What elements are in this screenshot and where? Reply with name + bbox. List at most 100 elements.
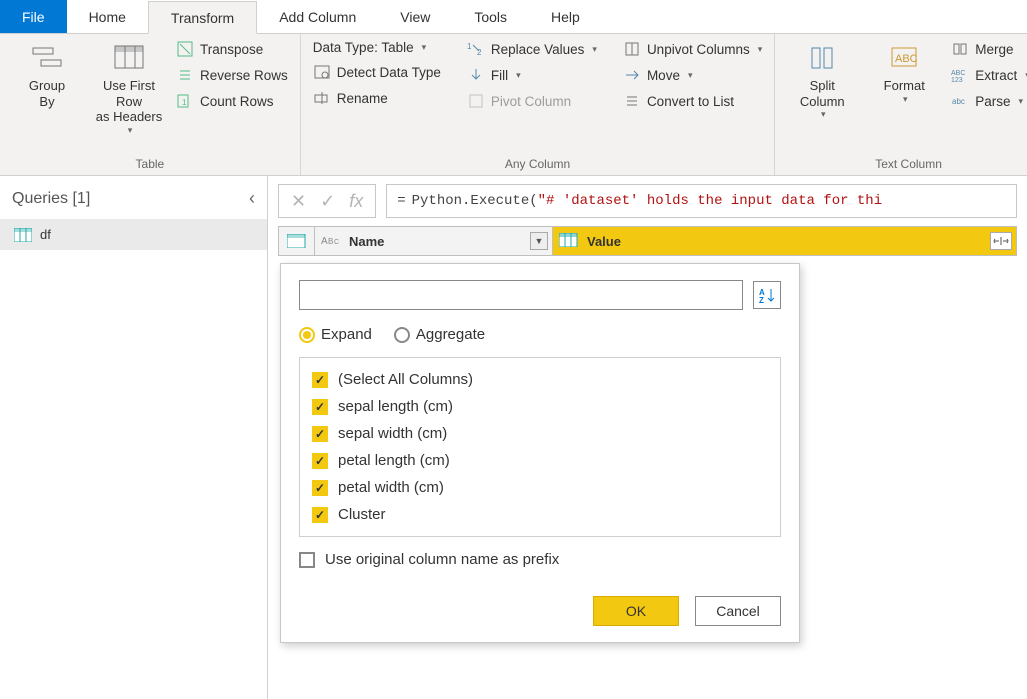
- svg-text:ABC: ABC: [895, 53, 918, 65]
- convert-to-list-label: Convert to List: [647, 94, 734, 109]
- svg-text:123: 123: [951, 77, 963, 82]
- svg-text:abc: abc: [952, 97, 965, 106]
- split-column-label: Split Column: [800, 78, 845, 109]
- ribbon-group-text-column-label: Text Column: [783, 153, 1027, 175]
- pivot-column-button[interactable]: Pivot Column: [463, 90, 601, 112]
- split-column-icon: [806, 42, 838, 74]
- format-button[interactable]: ABC Format: [865, 38, 943, 108]
- accept-formula-icon[interactable]: ✓: [320, 191, 335, 212]
- col-label: sepal width (cm): [338, 425, 447, 442]
- extract-button[interactable]: ABC123 Extract: [947, 64, 1027, 86]
- col-label: sepal length (cm): [338, 398, 453, 415]
- fx-icon[interactable]: fx: [349, 191, 363, 212]
- formula-arg: "# 'dataset' holds the input data for th…: [538, 193, 882, 209]
- convert-to-list-button[interactable]: Convert to List: [619, 90, 766, 112]
- parse-button[interactable]: abc Parse: [947, 90, 1027, 112]
- replace-values-button[interactable]: 12 Replace Values: [463, 38, 601, 60]
- data-type-button[interactable]: Data Type: Table: [309, 38, 445, 57]
- merge-columns-label: Merge: [975, 42, 1013, 57]
- checkbox-checked-icon: ✓: [312, 399, 328, 415]
- tab-add-column[interactable]: Add Column: [257, 0, 378, 33]
- select-all-columns-row[interactable]: ✓ (Select All Columns): [310, 366, 770, 393]
- format-icon: ABC: [888, 42, 920, 74]
- checkbox-checked-icon: ✓: [312, 372, 328, 388]
- column-value-label: Value: [587, 234, 621, 249]
- rename-button[interactable]: Rename: [309, 87, 445, 109]
- ribbon-group-text-column: Split Column ABC Format Merge ABC123 Ext…: [775, 34, 1027, 175]
- ok-button[interactable]: OK: [593, 596, 679, 626]
- detect-data-type-button[interactable]: Detect Data Type: [309, 61, 445, 83]
- tab-view[interactable]: View: [378, 0, 452, 33]
- formula-bar: ✕ ✓ fx = Python.Execute("# 'dataset' hol…: [268, 176, 1027, 226]
- aggregate-radio[interactable]: Aggregate: [394, 326, 485, 343]
- tab-file[interactable]: File: [0, 0, 67, 33]
- svg-text:1: 1: [467, 42, 472, 51]
- count-rows-button[interactable]: 1 Count Rows: [172, 90, 292, 112]
- column-row[interactable]: ✓ sepal length (cm): [310, 393, 770, 420]
- group-by-label: Group By: [29, 78, 65, 109]
- split-column-button[interactable]: Split Column: [783, 38, 861, 124]
- reverse-rows-icon: [176, 66, 194, 84]
- svg-text:2: 2: [477, 48, 482, 57]
- column-row[interactable]: ✓ Cluster: [310, 501, 770, 528]
- use-prefix-checkbox[interactable]: Use original column name as prefix: [299, 551, 781, 568]
- unpivot-columns-button[interactable]: Unpivot Columns: [619, 38, 766, 60]
- expand-radio[interactable]: Expand: [299, 326, 372, 343]
- column-headers: ABC Name ▼ Value: [278, 226, 1017, 256]
- formula-input[interactable]: = Python.Execute("# 'dataset' holds the …: [386, 184, 1017, 218]
- expand-radio-label: Expand: [321, 326, 372, 343]
- fill-button[interactable]: Fill: [463, 64, 601, 86]
- column-name-filter-button[interactable]: ▼: [530, 232, 548, 250]
- count-rows-icon: 1: [176, 92, 194, 110]
- column-search-input[interactable]: [299, 280, 743, 310]
- unpivot-columns-icon: [623, 40, 641, 58]
- tab-tools[interactable]: Tools: [452, 0, 529, 33]
- table-icon: [14, 228, 32, 242]
- sort-az-button[interactable]: AZ: [753, 281, 781, 309]
- merge-columns-button[interactable]: Merge: [947, 38, 1027, 60]
- column-row[interactable]: ✓ petal width (cm): [310, 474, 770, 501]
- cancel-button[interactable]: Cancel: [695, 596, 781, 626]
- queries-collapse-button[interactable]: ‹: [249, 188, 255, 209]
- extract-icon: ABC123: [951, 66, 969, 84]
- ribbon-group-table: Group By Use First Row as Headers Transp…: [0, 34, 301, 175]
- tab-help[interactable]: Help: [529, 0, 602, 33]
- column-header-value[interactable]: Value: [553, 227, 1016, 255]
- group-by-button[interactable]: Group By: [8, 38, 86, 113]
- first-row-headers-button[interactable]: Use First Row as Headers: [90, 38, 168, 140]
- col-label: petal length (cm): [338, 452, 450, 469]
- query-item-df[interactable]: df: [0, 219, 267, 250]
- reverse-rows-button[interactable]: Reverse Rows: [172, 64, 292, 86]
- svg-text:ABC: ABC: [951, 70, 965, 77]
- move-label: Move: [647, 68, 680, 83]
- index-column-header[interactable]: [279, 227, 315, 255]
- ribbon-tabstrip: File Home Transform Add Column View Tool…: [0, 0, 1027, 34]
- aggregate-radio-label: Aggregate: [416, 326, 485, 343]
- column-row[interactable]: ✓ petal length (cm): [310, 447, 770, 474]
- extract-label: Extract: [975, 68, 1017, 83]
- transpose-label: Transpose: [200, 42, 263, 57]
- formula-controls: ✕ ✓ fx: [278, 184, 376, 218]
- data-type-label: Data Type: Table: [313, 40, 414, 55]
- detect-data-type-label: Detect Data Type: [337, 65, 441, 80]
- transpose-button[interactable]: Transpose: [172, 38, 292, 60]
- move-button[interactable]: Move: [619, 64, 766, 86]
- expand-column-button[interactable]: [990, 232, 1012, 250]
- column-row[interactable]: ✓ sepal width (cm): [310, 420, 770, 447]
- checkbox-checked-icon: ✓: [312, 480, 328, 496]
- checkbox-checked-icon: ✓: [312, 507, 328, 523]
- count-rows-label: Count Rows: [200, 94, 274, 109]
- text-type-icon: ABC: [321, 233, 343, 249]
- svg-text:1: 1: [182, 98, 187, 107]
- parse-icon: abc: [951, 92, 969, 110]
- cancel-formula-icon[interactable]: ✕: [291, 191, 306, 212]
- column-header-name[interactable]: ABC Name ▼: [315, 227, 553, 255]
- tab-transform[interactable]: Transform: [148, 1, 257, 34]
- use-prefix-label: Use original column name as prefix: [325, 551, 559, 568]
- unpivot-columns-label: Unpivot Columns: [647, 42, 750, 57]
- pivot-column-label: Pivot Column: [491, 94, 571, 109]
- transpose-icon: [176, 40, 194, 58]
- merge-columns-icon: [951, 40, 969, 58]
- tab-home[interactable]: Home: [67, 0, 148, 33]
- formula-fn: Python.Execute: [412, 193, 530, 209]
